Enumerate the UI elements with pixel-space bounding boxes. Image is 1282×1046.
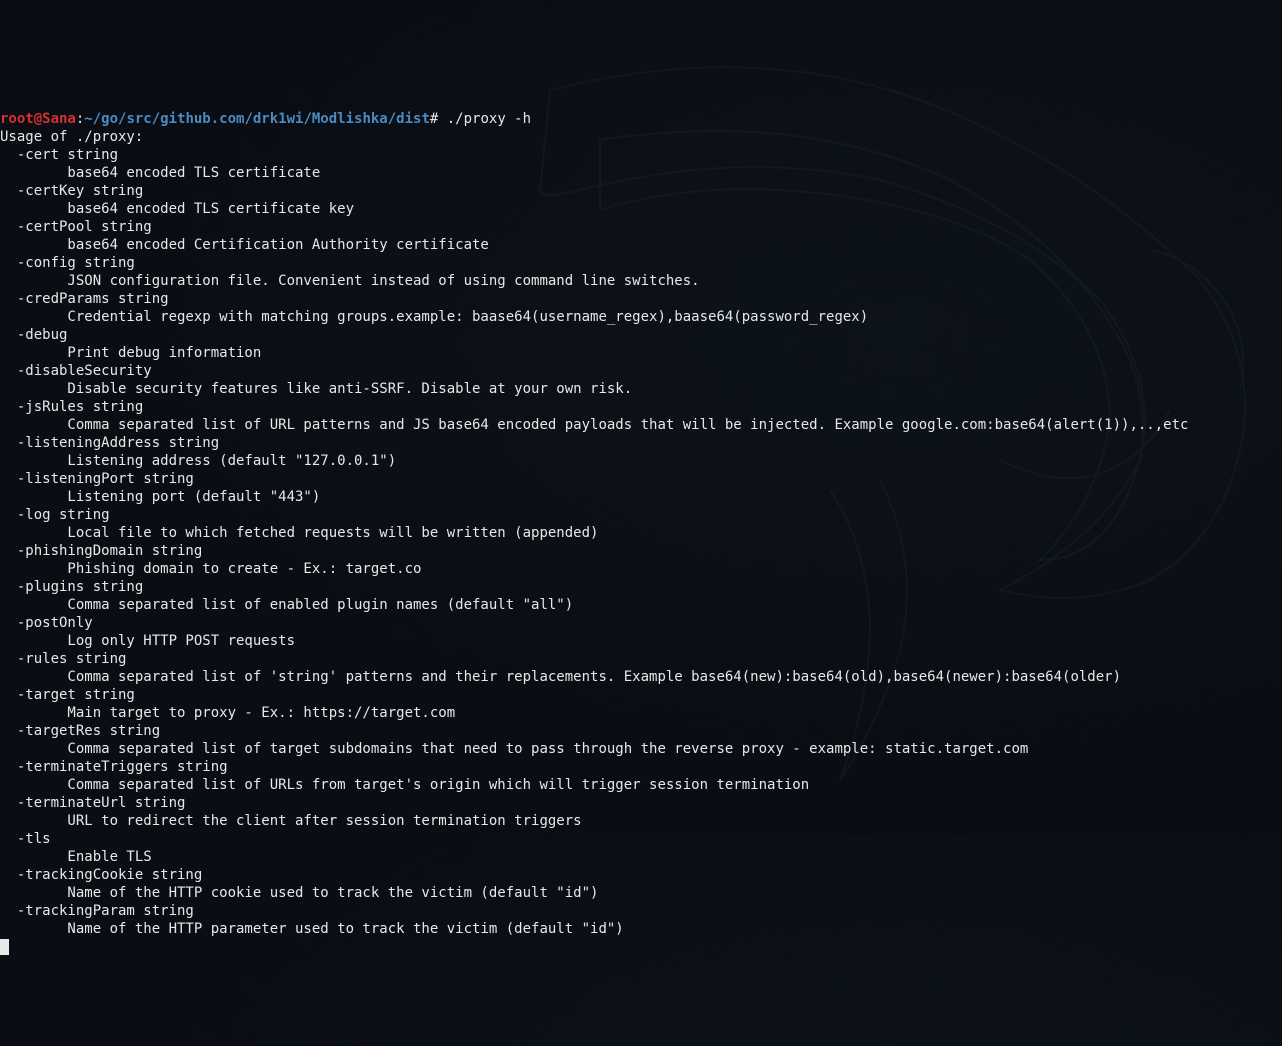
flag-desc: Phishing domain to create - Ex.: target.… xyxy=(0,561,421,577)
flag-name: -plugins string xyxy=(0,579,143,595)
flag-desc: Listening address (default "127.0.0.1") xyxy=(0,453,396,469)
flag-name: -postOnly xyxy=(0,615,93,631)
flag-desc: Enable TLS xyxy=(0,849,152,865)
usage-line: Usage of ./proxy: xyxy=(0,129,143,145)
flag-name: -terminateUrl string xyxy=(0,795,185,811)
flag-name: -terminateTriggers string xyxy=(0,759,228,775)
flag-name: -trackingParam string xyxy=(0,903,194,919)
flag-desc: Print debug information xyxy=(0,345,261,361)
flag-desc: Local file to which fetched requests wil… xyxy=(0,525,598,541)
flag-name: -certKey string xyxy=(0,183,143,199)
flag-desc: Comma separated list of target subdomain… xyxy=(0,741,1028,757)
flag-name: -debug xyxy=(0,327,67,343)
prompt-path: ~/go/src/github.com/drk1wi/Modlishka/dis… xyxy=(84,111,430,127)
flag-name: -trackingCookie string xyxy=(0,867,202,883)
flag-name: -target string xyxy=(0,687,135,703)
flag-desc: Comma separated list of enabled plugin n… xyxy=(0,597,573,613)
flag-name: -credParams string xyxy=(0,291,169,307)
flag-desc: base64 encoded TLS certificate xyxy=(0,165,320,181)
flag-desc: Name of the HTTP cookie used to track th… xyxy=(0,885,598,901)
flag-name: -log string xyxy=(0,507,110,523)
flag-desc: Comma separated list of 'string' pattern… xyxy=(0,669,1121,685)
flag-desc: base64 encoded Certification Authority c… xyxy=(0,237,489,253)
flag-desc: Main target to proxy - Ex.: https://targ… xyxy=(0,705,455,721)
flag-name: -listeningAddress string xyxy=(0,435,219,451)
flag-desc: URL to redirect the client after session… xyxy=(0,813,582,829)
terminal-cursor xyxy=(0,939,9,955)
flag-name: -certPool string xyxy=(0,219,152,235)
flag-name: -listeningPort string xyxy=(0,471,194,487)
flags-list: -cert string base64 encoded TLS certific… xyxy=(0,146,1282,938)
flag-name: -phishingDomain string xyxy=(0,543,202,559)
flag-name: -tls xyxy=(0,831,51,847)
flag-name: -targetRes string xyxy=(0,723,160,739)
flag-desc: Comma separated list of URLs from target… xyxy=(0,777,809,793)
terminal-output[interactable]: root@Sana:~/go/src/github.com/drk1wi/Mod… xyxy=(0,110,1282,956)
flag-desc: Name of the HTTP parameter used to track… xyxy=(0,921,624,937)
prompt-user: root@Sana xyxy=(0,111,76,127)
flag-desc: JSON configuration file. Convenient inst… xyxy=(0,273,700,289)
flag-desc: Disable security features like anti-SSRF… xyxy=(0,381,632,397)
flag-name: -jsRules string xyxy=(0,399,143,415)
flag-desc: Log only HTTP POST requests xyxy=(0,633,295,649)
entered-command: ./proxy -h xyxy=(438,111,531,127)
flag-name: -rules string xyxy=(0,651,126,667)
flag-name: -disableSecurity xyxy=(0,363,152,379)
flag-name: -config string xyxy=(0,255,135,271)
flag-desc: Listening port (default "443") xyxy=(0,489,320,505)
flag-desc: base64 encoded TLS certificate key xyxy=(0,201,354,217)
flag-desc: Credential regexp with matching groups.e… xyxy=(0,309,868,325)
flag-desc: Comma separated list of URL patterns and… xyxy=(0,417,1188,433)
flag-name: -cert string xyxy=(0,147,118,163)
